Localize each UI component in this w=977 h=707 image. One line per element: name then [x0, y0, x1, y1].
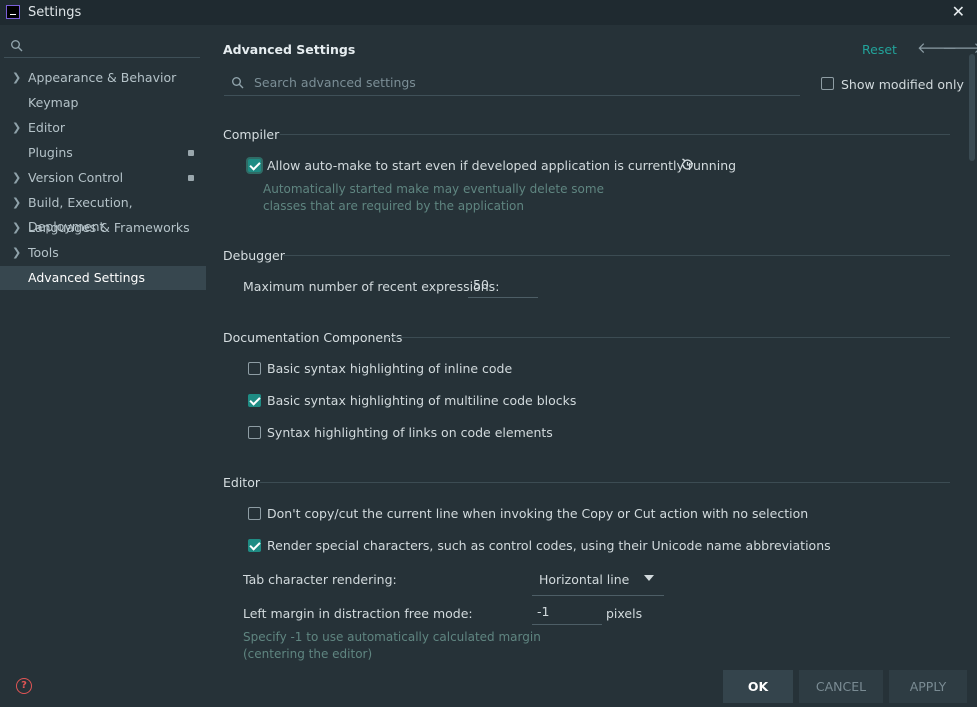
ok-button[interactable]: OK	[723, 670, 793, 703]
render-special-chars-checkbox[interactable]	[248, 539, 261, 552]
tab-rendering-value: Horizontal line	[539, 572, 630, 587]
reset-default-icon[interactable]	[680, 157, 695, 172]
settings-sidebar: ❯ Appearance & Behavior Keymap ❯ Editor …	[0, 25, 206, 707]
automake-checkbox[interactable]	[248, 159, 261, 172]
no-copy-line-checkbox[interactable]	[248, 507, 261, 520]
multiline-code-highlight-label: Basic syntax highlighting of multiline c…	[267, 393, 577, 408]
left-margin-input[interactable]	[532, 604, 607, 619]
sidebar-item-appearance-behavior[interactable]: ❯ Appearance & Behavior	[0, 66, 206, 90]
sidebar-item-advanced-settings[interactable]: Advanced Settings	[0, 266, 206, 290]
links-highlight-label: Syntax highlighting of links on code ele…	[267, 425, 553, 440]
sidebar-item-tools[interactable]: ❯ Tools	[0, 241, 206, 265]
tab-rendering-label: Tab character rendering:	[243, 572, 397, 587]
divider	[260, 482, 950, 483]
divider	[280, 134, 950, 135]
tab-rendering-dropdown[interactable]: Horizontal line	[532, 565, 664, 596]
title-bar: Settings ✕	[0, 0, 977, 25]
chevron-right-icon: ❯	[12, 71, 22, 84]
cancel-button[interactable]: CANCEL	[799, 670, 883, 703]
automake-hint: Automatically started make may eventuall…	[263, 182, 604, 213]
render-special-chars-label: Render special characters, such as contr…	[267, 538, 831, 553]
chevron-down-icon	[644, 575, 654, 581]
sidebar-item-version-control[interactable]: ❯ Version Control	[0, 166, 206, 190]
sidebar-item-keymap[interactable]: Keymap	[0, 91, 206, 115]
search-icon	[11, 40, 23, 52]
section-compiler-title: Compiler	[223, 127, 280, 142]
sidebar-item-build-execution-deployment[interactable]: ❯ Build, Execution, Deployment	[0, 191, 206, 234]
left-margin-field	[532, 602, 607, 625]
sidebar-item-editor[interactable]: ❯ Editor	[0, 116, 206, 140]
sidebar-item-plugins[interactable]: Plugins	[0, 141, 206, 165]
help-icon[interactable]: ?	[16, 678, 32, 694]
recent-expressions-label: Maximum number of recent expressions:	[243, 279, 500, 294]
page-title: Advanced Settings	[223, 42, 356, 57]
close-icon[interactable]: ✕	[952, 2, 965, 21]
multiline-code-highlight-checkbox[interactable]	[248, 394, 261, 407]
section-docs-title: Documentation Components	[223, 330, 403, 345]
lock-icon	[188, 150, 194, 156]
sidebar-item-languages-frameworks[interactable]: ❯ Languages & Frameworks	[0, 216, 206, 240]
search-icon	[232, 77, 244, 89]
app-logo-icon	[6, 5, 20, 19]
scrollbar-thumb[interactable]	[969, 54, 975, 161]
divider	[386, 337, 950, 338]
chevron-right-icon: ❯	[12, 121, 22, 134]
show-modified-checkbox[interactable]	[821, 77, 834, 90]
chevron-right-icon: ❯	[12, 221, 22, 234]
sidebar-search-input[interactable]	[4, 35, 200, 58]
lock-icon	[188, 175, 194, 181]
chevron-right-icon: ❯	[12, 196, 22, 209]
section-editor-title: Editor	[223, 475, 260, 490]
left-margin-label: Left margin in distraction free mode:	[243, 606, 473, 621]
recent-expressions-field	[468, 277, 543, 298]
advanced-search-input[interactable]	[252, 74, 796, 91]
automake-label: Allow auto-make to start even if develop…	[267, 158, 737, 173]
apply-button[interactable]: APPLY	[889, 670, 967, 703]
advanced-settings-panel: Advanced Settings Reset 🡐 🡒 Show modifie…	[206, 25, 977, 707]
recent-expressions-input[interactable]	[468, 277, 543, 292]
chevron-right-icon: ❯	[12, 171, 22, 184]
left-margin-unit: pixels	[606, 606, 643, 621]
inline-code-highlight-label: Basic syntax highlighting of inline code	[267, 361, 513, 376]
chevron-right-icon: ❯	[12, 246, 22, 259]
left-margin-hint: Specify -1 to use automatically calculat…	[243, 630, 541, 661]
inline-code-highlight-checkbox[interactable]	[248, 362, 261, 375]
window-title: Settings	[28, 5, 82, 20]
no-copy-line-label: Don't copy/cut the current line when inv…	[267, 506, 809, 521]
advanced-search-field	[224, 72, 800, 96]
divider	[284, 255, 950, 256]
links-highlight-checkbox[interactable]	[248, 426, 261, 439]
show-modified-label: Show modified only	[841, 77, 964, 92]
section-debugger-title: Debugger	[223, 248, 285, 263]
reset-link[interactable]: Reset	[862, 42, 897, 57]
